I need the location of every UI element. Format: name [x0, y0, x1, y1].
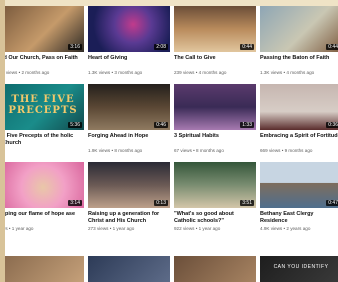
duration-badge: 5:36: [68, 122, 82, 128]
video-meta: 239 views • 4 months ago: [174, 70, 227, 75]
duration-badge: 2:08: [154, 44, 168, 50]
video-card[interactable]: 1:33 3 Spiritual Habits 67 views • 8 month…: [174, 84, 256, 156]
video-thumbnail[interactable]: CAN YOU IDENTIFY: [260, 256, 338, 282]
video-title[interactable]: Passing the Baton of Faith: [260, 55, 338, 69]
video-thumbnail[interactable]: 0:47: [260, 162, 338, 208]
video-thumbnail[interactable]: 3:16: [5, 6, 84, 52]
video-meta: 67 views • 8 months ago: [174, 148, 224, 153]
video-meta: 1.3K views • 4 months ago: [260, 70, 315, 75]
video-meta: 922 views • 1 year ago: [174, 226, 221, 231]
video-thumbnail[interactable]: [174, 256, 256, 282]
video-card[interactable]: 3:16 ld Our Church, Pass on Faith 2 views …: [5, 6, 84, 78]
video-thumbnail[interactable]: 0:44: [174, 6, 256, 52]
title-card-text: THE FIVE PRECEPTS: [8, 94, 78, 116]
video-meta: 4.9K views • 2 years ago: [260, 226, 311, 231]
video-thumbnail[interactable]: 3:51: [174, 162, 256, 208]
duration-badge: 3:16: [68, 44, 82, 50]
thumbnail-caption: CAN YOU IDENTIFY: [273, 264, 329, 270]
video-meta: 1.3K views • 3 months ago: [88, 70, 143, 75]
video-card[interactable]: 0:36 Embracing a Spirit of Fortitude 669 v…: [260, 84, 338, 156]
video-thumbnail[interactable]: 0:44: [260, 6, 338, 52]
video-title[interactable]: The Call to Give: [174, 55, 256, 69]
video-card[interactable]: 0:44 Passing the Baton of Faith 1.3K views…: [260, 6, 338, 78]
video-title[interactable]: Heart of Giving: [88, 55, 170, 69]
video-meta: 273 views • 1 year ago: [88, 226, 135, 231]
video-grid: 3:16 ld Our Church, Pass on Faith 2 views …: [5, 6, 338, 234]
video-title[interactable]: "What's so good about Catholic schools?": [174, 211, 256, 225]
video-card[interactable]: [174, 256, 256, 282]
video-grid-bottom-row: CAN YOU IDENTIFY: [5, 256, 338, 282]
video-grid-screen: 3:16 ld Our Church, Pass on Faith 2 views …: [5, 6, 338, 282]
video-thumbnail[interactable]: 0:36: [260, 84, 338, 130]
video-meta: 2 views • 2 months ago: [5, 70, 50, 75]
video-title[interactable]: eping our flame of hope ase: [5, 211, 84, 225]
video-card[interactable]: 0:13 Raising up a generation for Christ a…: [88, 162, 170, 234]
video-title[interactable]: e Five Precepts of the holic Church: [5, 133, 84, 147]
duration-badge: 3:51: [240, 200, 254, 206]
duration-badge: 0:44: [326, 44, 338, 50]
video-meta: 1.9K views • 8 months ago: [88, 148, 143, 153]
video-card[interactable]: 0:47 Bethany East Clergy Residence 4.9K vi…: [260, 162, 338, 234]
duration-badge: 0:47: [326, 200, 338, 206]
photo-page: 3:16 ld Our Church, Pass on Faith 2 views …: [0, 0, 338, 282]
video-thumbnail[interactable]: 0:46: [88, 84, 170, 130]
duration-badge: 1:33: [240, 122, 254, 128]
video-card[interactable]: 0:46 Forging Ahead in Hope 1.9K views • 8 …: [88, 84, 170, 156]
duration-badge: 0:44: [240, 44, 254, 50]
video-card[interactable]: 3:51 "What's so good about Catholic schoo…: [174, 162, 256, 234]
video-thumbnail[interactable]: 0:13: [88, 162, 170, 208]
video-card[interactable]: [5, 256, 84, 282]
video-card[interactable]: CAN YOU IDENTIFY: [260, 256, 338, 282]
duration-badge: 0:46: [154, 122, 168, 128]
video-thumbnail[interactable]: THE FIVE PRECEPTS 5:36: [5, 84, 84, 130]
video-title[interactable]: Embracing a Spirit of Fortitude: [260, 133, 338, 147]
video-title[interactable]: Bethany East Clergy Residence: [260, 211, 338, 225]
video-thumbnail[interactable]: 3:14: [5, 162, 84, 208]
video-thumbnail[interactable]: 2:08: [88, 6, 170, 52]
video-card[interactable]: 3:14 eping our flame of hope ase ws • 1 ye…: [5, 162, 84, 234]
video-thumbnail[interactable]: [88, 256, 170, 282]
video-card[interactable]: THE FIVE PRECEPTS 5:36 e Five Precepts of …: [5, 84, 84, 156]
video-meta: ws • 1 year ago: [5, 226, 34, 231]
video-title[interactable]: ld Our Church, Pass on Faith: [5, 55, 84, 69]
video-title[interactable]: Raising up a generation for Christ and H…: [88, 211, 170, 225]
video-card[interactable]: 0:44 The Call to Give 239 views • 4 months…: [174, 6, 256, 78]
video-meta: 669 views • 9 months ago: [260, 148, 313, 153]
duration-badge: 3:14: [68, 200, 82, 206]
duration-badge: 0:13: [154, 200, 168, 206]
video-thumbnail[interactable]: 1:33: [174, 84, 256, 130]
video-title[interactable]: 3 Spiritual Habits: [174, 133, 256, 147]
video-thumbnail[interactable]: [5, 256, 84, 282]
video-title[interactable]: Forging Ahead in Hope: [88, 133, 170, 147]
video-card[interactable]: 2:08 Heart of Giving 1.3K views • 3 months…: [88, 6, 170, 78]
duration-badge: 0:36: [326, 122, 338, 128]
video-card[interactable]: [88, 256, 170, 282]
